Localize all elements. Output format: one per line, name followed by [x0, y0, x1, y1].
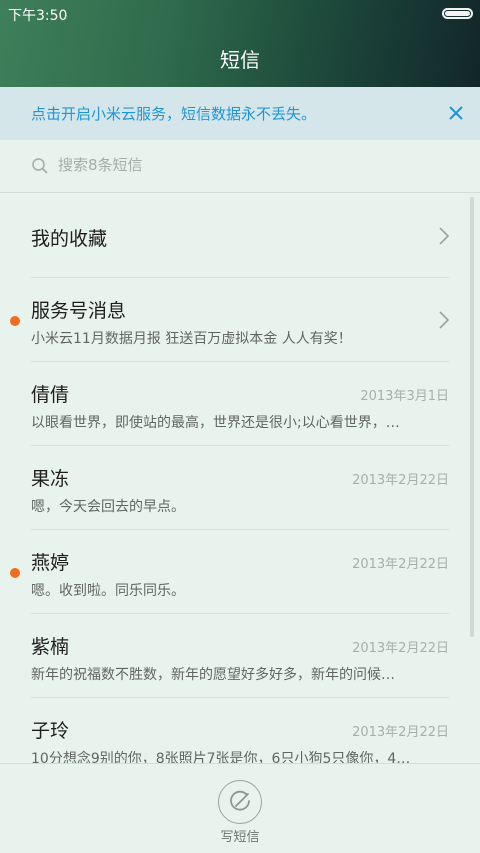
status-time: 下午3:50	[8, 8, 68, 24]
message-snippet: 10分想念9别的你，8张照片7张是你，6只小狗5只像你，4…	[31, 751, 411, 763]
compose-label[interactable]: 写短信	[0, 826, 480, 845]
service-snippet: 小米云11月数据月报 狂送百万虚拟本金 人人有奖！	[31, 331, 352, 347]
favorites-row[interactable]: 我的收藏	[0, 194, 480, 278]
contact-name: 燕婷	[31, 552, 70, 574]
unread-dot	[10, 316, 20, 326]
message-snippet: 嗯，今天会回去的早点。	[31, 499, 185, 515]
conversation-row[interactable]: 子玲 2013年2月22日 10分想念9别的你，8张照片7张是你，6只小狗5只像…	[0, 698, 480, 763]
conversation-row[interactable]: 燕婷 2013年2月22日 嗯。收到啦。同乐同乐。	[0, 530, 480, 614]
cloud-banner[interactable]: 点击开启小米云服务，短信数据永不丢失。	[0, 87, 480, 140]
search-input[interactable]	[58, 156, 438, 174]
message-date: 2013年3月1日	[360, 389, 449, 404]
chevron-right-icon	[439, 227, 450, 245]
service-title: 服务号消息	[31, 300, 127, 322]
bottom-bar: 写短信	[0, 763, 480, 853]
conversation-row[interactable]: 果冻 2013年2月22日 嗯，今天会回去的早点。	[0, 446, 480, 530]
message-snippet: 新年的祝福数不胜数，新年的愿望好多好多，新年的问候…	[31, 667, 395, 683]
battery-icon	[442, 8, 473, 19]
service-messages-row[interactable]: 服务号消息 小米云11月数据月报 狂送百万虚拟本金 人人有奖！	[0, 278, 480, 362]
chevron-right-icon	[439, 311, 450, 329]
contact-name: 果冻	[31, 468, 70, 490]
contact-name: 紫楠	[31, 636, 70, 658]
contact-name: 子玲	[31, 720, 70, 742]
search-icon	[32, 158, 48, 174]
compose-button[interactable]	[218, 780, 262, 824]
message-date: 2013年2月22日	[352, 557, 449, 572]
unread-dot	[10, 568, 20, 578]
app-header: 下午3:50 短信	[0, 0, 480, 87]
message-snippet: 嗯。收到啦。同乐同乐。	[31, 583, 185, 599]
contact-name: 倩倩	[31, 384, 70, 406]
message-date: 2013年2月22日	[352, 725, 449, 740]
cloud-banner-text[interactable]: 点击开启小米云服务，短信数据永不丢失。	[31, 103, 316, 124]
message-date: 2013年2月22日	[352, 473, 449, 488]
conversation-row[interactable]: 倩倩 2013年3月1日 以眼看世界，即使站的最高，世界还是很小;以心看世界，…	[0, 362, 480, 446]
conversation-row[interactable]: 紫楠 2013年2月22日 新年的祝福数不胜数，新年的愿望好多好多，新年的问候…	[0, 614, 480, 698]
favorites-label: 我的收藏	[31, 228, 108, 250]
search-bar[interactable]	[0, 140, 480, 193]
message-snippet: 以眼看世界，即使站的最高，世界还是很小;以心看世界，…	[31, 415, 400, 431]
page-title: 短信	[220, 48, 260, 72]
compose-icon	[229, 790, 250, 811]
message-date: 2013年2月22日	[352, 641, 449, 656]
close-icon[interactable]	[446, 103, 466, 123]
scrollbar[interactable]	[470, 197, 474, 637]
